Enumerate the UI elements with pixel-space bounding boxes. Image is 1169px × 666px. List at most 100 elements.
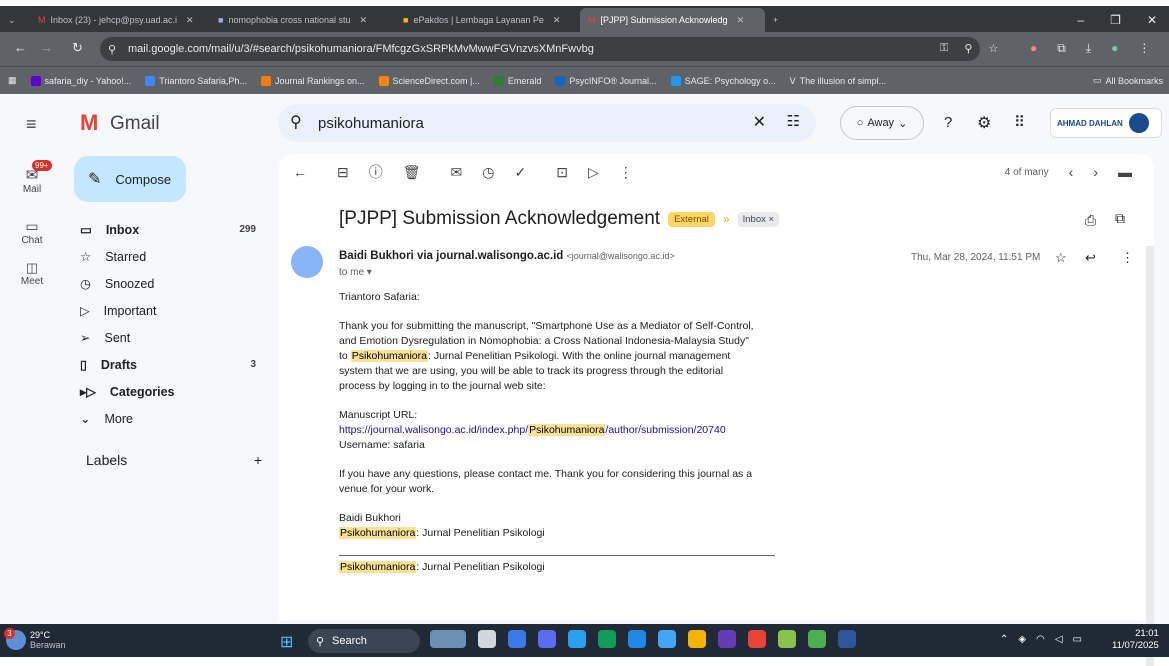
more-icon[interactable]: ⋮ (619, 164, 633, 181)
extensions-icon[interactable]: ⧉ (1057, 41, 1066, 56)
close-icon[interactable]: ✕ (186, 15, 194, 26)
compose-button[interactable]: ✎ Compose (74, 156, 186, 202)
keyboard-icon[interactable]: ▬ (1118, 164, 1154, 180)
all-bookmarks[interactable]: ▭ All Bookmarks (1093, 75, 1169, 86)
status-button[interactable]: ○ Away ⌄ (840, 106, 924, 140)
apps-icon[interactable]: ▦ (8, 75, 17, 86)
battery-icon[interactable]: ▭ (1073, 634, 1082, 645)
close-icon[interactable]: ✕ (360, 15, 368, 26)
label-icon[interactable]: ▷ (588, 164, 599, 181)
gear-icon[interactable]: ⚙ (977, 113, 991, 133)
volume-icon[interactable]: ◁ (1055, 634, 1063, 645)
tray-app-icon[interactable]: ◈ (1018, 634, 1026, 645)
menu-icon[interactable]: ⋮ (1138, 41, 1150, 56)
gmail-wordmark[interactable]: Gmail (110, 113, 160, 135)
back-icon[interactable]: ← (14, 40, 27, 55)
star-icon[interactable]: ☆ (988, 42, 998, 55)
more-icon[interactable]: ⋮ (1121, 250, 1134, 266)
site-info-icon[interactable]: ⚲ (108, 43, 116, 56)
chrome-icon[interactable] (748, 630, 766, 648)
search-input[interactable]: psikohumaniora (318, 115, 424, 132)
sidebar-item-inbox[interactable]: ▭ Inbox 299 (64, 216, 276, 243)
star-icon[interactable]: ☆ (1055, 250, 1067, 266)
bookmark-item[interactable]: safaria_diy - Yahoo!... (30, 75, 131, 86)
teams-icon[interactable] (538, 630, 556, 648)
app-icon[interactable] (718, 630, 736, 648)
close-window-icon[interactable]: ✕ (1147, 13, 1157, 27)
snooze-icon[interactable]: ◷ (482, 164, 494, 181)
sidebar-item-important[interactable]: ▷ Important (64, 297, 276, 324)
wifi-icon[interactable]: ◠ (1036, 634, 1045, 645)
settings-icon[interactable] (568, 630, 586, 648)
tab-menu-button[interactable]: ⌄ (0, 8, 30, 32)
sidebar-item-snoozed[interactable]: ◷ Snoozed (64, 270, 276, 297)
search-icon[interactable]: ⚲ (290, 112, 302, 132)
taskbar-search[interactable]: ⚲ Search (308, 629, 420, 653)
scrollbar[interactable] (1146, 246, 1154, 666)
open-new-window-icon[interactable]: ⧉ (1115, 210, 1125, 227)
task-view-icon[interactable] (478, 630, 496, 648)
app-icon[interactable] (508, 630, 526, 648)
whatsapp-icon[interactable] (808, 630, 826, 648)
report-spam-icon[interactable]: ⓘ (369, 162, 383, 182)
app-icon[interactable] (778, 630, 796, 648)
rail-meet[interactable]: ◫ Meet (0, 258, 64, 288)
sidebar-item-more[interactable]: ⌄ More (64, 405, 276, 432)
edge-icon[interactable] (598, 630, 616, 648)
profile-icon[interactable]: ● (1111, 41, 1118, 56)
restore-icon[interactable]: ❐ (1110, 13, 1121, 27)
gmail-logo-icon[interactable]: M (80, 110, 98, 136)
forward-icon[interactable]: → (40, 40, 53, 55)
reload-icon[interactable]: ↻ (72, 40, 83, 56)
sender-avatar[interactable] (291, 246, 323, 278)
bookmark-item[interactable]: ScienceDirect.com |... (378, 75, 480, 86)
delete-icon[interactable]: 🗑 (403, 164, 421, 181)
download-icon[interactable]: ⤓ (1086, 41, 1091, 56)
app-icon[interactable] (628, 630, 646, 648)
bookmark-item[interactable]: Journal Rankings on... (260, 75, 365, 86)
hamburger-icon[interactable]: ≡ (26, 114, 37, 135)
recipient-dropdown[interactable]: to me ▾ (339, 267, 372, 278)
inbox-label-chip[interactable]: Inbox × (737, 211, 780, 227)
bookmark-item[interactable]: Emerald (493, 75, 541, 86)
search-bar[interactable]: ⚲ psikohumaniora ✕ ☷ (278, 104, 816, 142)
print-icon[interactable]: ⎙ (1085, 212, 1096, 229)
windows-start-icon[interactable]: ⊞ (280, 632, 293, 652)
close-icon[interactable]: ✕ (737, 15, 745, 26)
key-icon[interactable]: ⚿ (940, 42, 948, 55)
clear-icon[interactable]: ✕ (753, 112, 766, 132)
sidebar-item-starred[interactable]: ☆ Starred (64, 243, 276, 270)
mark-unread-icon[interactable]: ✉ (451, 164, 463, 181)
sidebar-item-drafts[interactable]: ▯ Drafts 3 (64, 351, 276, 378)
apps-grid-icon[interactable]: ⠿ (1014, 113, 1025, 131)
help-icon[interactable]: ? (944, 114, 952, 131)
file-explorer-icon[interactable] (688, 630, 706, 648)
new-tab-button[interactable]: + (765, 8, 795, 32)
clock[interactable]: 21:01 11/07/2025 (1112, 628, 1159, 652)
add-label-button[interactable]: + (254, 452, 262, 468)
tab-pjpp[interactable]: M [PJPP] Submission Acknowledg ✕ (580, 8, 765, 32)
chevron-up-icon[interactable]: ⌃ (1000, 634, 1008, 645)
sidebar-item-sent[interactable]: ➢ Sent (64, 324, 276, 351)
reply-icon[interactable]: ↩ (1085, 250, 1096, 266)
weather-widget[interactable]: 3 29°C Berawan (4, 628, 66, 650)
bookmark-item[interactable]: Triantoro Safaria,Ph... (145, 75, 247, 86)
chevron-right-icon[interactable]: › (1093, 164, 1098, 180)
close-icon[interactable]: ✕ (553, 15, 561, 26)
minimize-icon[interactable]: – (1077, 13, 1084, 27)
back-icon[interactable]: ← (293, 164, 307, 180)
extension-icon[interactable]: ● (1030, 41, 1037, 56)
address-bar[interactable]: ⚲ mail.google.com/mail/u/3/#search/psikoh… (100, 37, 980, 61)
tab-epakdos[interactable]: ■ ePakdos | Lembaga Layanan Pe ✕ (395, 8, 580, 32)
chevron-left-icon[interactable]: ‹ (1069, 164, 1074, 180)
zoom-icon[interactable]: ⚲ (964, 42, 972, 55)
bookmark-item[interactable]: PsycINFO® Journal... (555, 75, 657, 86)
widget-icon[interactable] (430, 630, 466, 648)
move-to-icon[interactable]: ⊡ (556, 164, 568, 181)
add-task-icon[interactable]: ✓ (514, 164, 526, 181)
app-icon[interactable] (658, 630, 676, 648)
account-button[interactable]: AHMAD DAHLAN (1050, 108, 1162, 138)
sender-name[interactable]: Baidi Bukhori via journal.walisongo.ac.i… (339, 250, 563, 262)
filter-icon[interactable]: ☷ (787, 112, 800, 130)
tab-inbox[interactable]: M Inbox (23) - jehcp@psy.uad.ac.i ✕ (30, 8, 210, 32)
